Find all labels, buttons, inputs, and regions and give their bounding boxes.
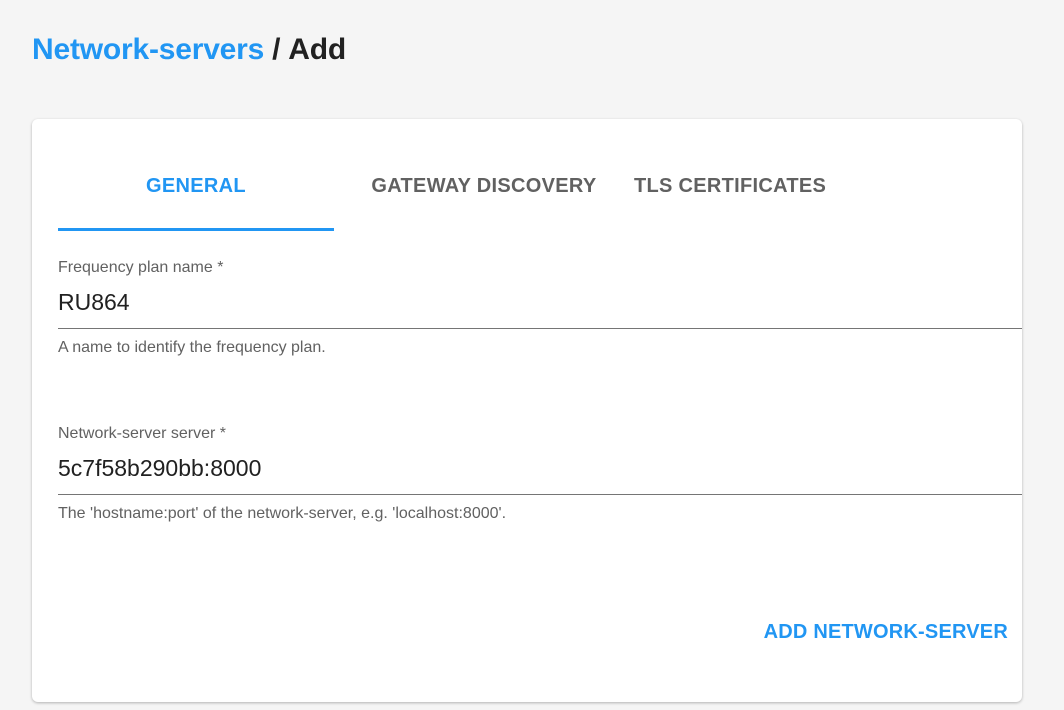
tab-general-label: GENERAL [146,175,246,197]
frequency-plan-name-input[interactable] [58,289,1022,329]
breadcrumb-current: Add [288,33,346,66]
breadcrumb-network-servers-link[interactable]: Network-servers [32,33,264,66]
frequency-plan-name-helper: A name to identify the frequency plan. [58,339,326,356]
active-tab-indicator [58,228,334,231]
network-server-server-field: Network-server server * The 'hostname:po… [58,423,1022,525]
network-server-server-helper: The 'hostname:port' of the network-serve… [58,505,507,522]
tab-gateway-discovery-label: GATEWAY DISCOVERY [371,175,597,197]
frequency-plan-name-label: Frequency plan name * [58,259,224,276]
tab-gateway-discovery[interactable]: GATEWAY DISCOVERY [334,159,634,231]
add-network-server-button[interactable]: ADD NETWORK-SERVER [764,615,1008,650]
tab-bar: GENERAL GATEWAY DISCOVERY TLS CERTIFICAT… [58,159,874,231]
tab-tls-certificates[interactable]: TLS CERTIFICATES [634,159,874,231]
page: Network-servers / Add GENERAL GATEWAY DISC… [0,0,1064,710]
breadcrumb-separator: / [272,33,281,66]
tab-general[interactable]: GENERAL [58,159,334,231]
network-server-server-input[interactable] [58,455,1022,495]
tab-tls-certificates-label: TLS CERTIFICATES [634,175,827,197]
network-server-server-label: Network-server server * [58,425,227,442]
frequency-plan-name-field: Frequency plan name * A name to identify… [58,257,1022,359]
form-card: GENERAL GATEWAY DISCOVERY TLS CERTIFICAT… [32,119,1022,702]
breadcrumb: Network-servers / Add [32,30,346,70]
